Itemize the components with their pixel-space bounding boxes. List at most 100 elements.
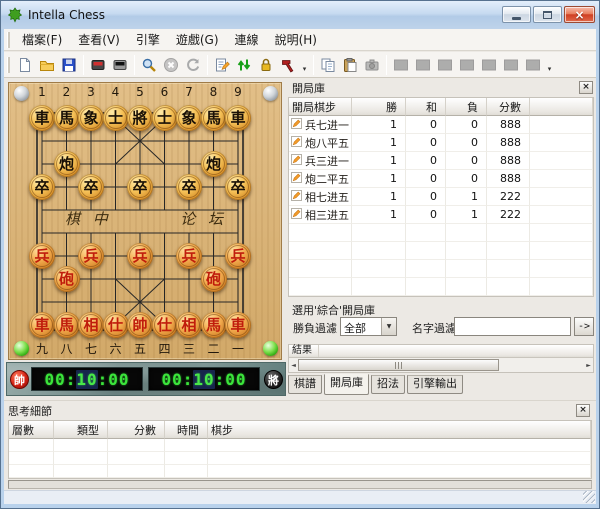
think-column-header[interactable]: 分數 [108,421,165,439]
new-file-button[interactable] [14,54,36,76]
piece-black-f7-r0[interactable]: 象 [176,105,202,131]
piece-black-f9-r0[interactable]: 車 [225,105,251,131]
piece-black-f1-r0[interactable]: 車 [29,105,55,131]
opening-table-row[interactable]: 炮二平五 1 0 0 888 [289,170,593,188]
lock-button[interactable] [255,54,277,76]
menu-item-3[interactable]: 引擎 [128,28,168,51]
opening-table-row[interactable]: 炮八平五 1 0 0 888 [289,134,593,152]
opening-column-header[interactable]: 開局棋步 [289,98,352,116]
hammer-button[interactable] [277,54,299,76]
piece-black-f3-r0[interactable]: 象 [78,105,104,131]
piece-black-f8-r0[interactable]: 馬 [200,105,227,131]
scroll-right-icon[interactable]: ► [584,362,593,369]
piece-black-f2-r0[interactable]: 馬 [53,105,80,131]
search-button[interactable] [138,54,160,76]
result-filter-select[interactable]: 全部 ▼ [340,317,397,336]
piece-red-f9-r9[interactable]: 車 [225,312,251,338]
menu-item-4[interactable]: 遊戲(G) [168,28,227,51]
menu-item-2[interactable]: 查看(V) [70,28,128,51]
menu-grip[interactable] [7,31,10,48]
think-panel-scroll-track[interactable] [8,480,592,489]
piece-black-f1-r3[interactable]: 卒 [29,174,55,200]
piece-black-f5-r3[interactable]: 卒 [127,174,153,200]
black-board-button[interactable] [109,54,131,76]
piece-red-f1-r6[interactable]: 兵 [29,243,55,269]
red-board-button[interactable] [87,54,109,76]
piece-red-f3-r6[interactable]: 兵 [78,243,104,269]
chevron-down-icon[interactable]: ▼ [381,318,396,335]
piece-red-f5-r9[interactable]: 帥 [127,312,153,338]
think-panel-title: 思考細節 [8,405,52,418]
think-column-header[interactable]: 類型 [54,421,108,439]
tab-2[interactable]: 開局庫 [324,374,369,395]
think-column-header[interactable]: 棋步 [208,421,591,439]
resize-grip[interactable] [583,491,595,503]
piece-red-f9-r6[interactable]: 兵 [225,243,251,269]
piece-black-f4-r0[interactable]: 士 [102,105,129,131]
opening-column-header[interactable]: 分數 [487,98,530,116]
toolbar-overflow-icon[interactable]: ▾ [544,54,555,76]
scroll-left-icon[interactable]: ◄ [289,362,298,369]
maximize-button[interactable] [533,6,562,23]
piece-red-f4-r9[interactable]: 仕 [102,312,129,338]
tab-1[interactable]: 棋譜 [288,375,322,394]
piece-red-f3-r9[interactable]: 相 [78,312,104,338]
opening-library-note: 選用'綜合'開局庫 [292,304,376,317]
paste-button[interactable] [339,54,361,76]
piece-red-f7-r9[interactable]: 相 [176,312,202,338]
apply-filter-button[interactable]: -> [574,317,594,336]
copy-button[interactable] [317,54,339,76]
opening-empty-cell [406,260,446,278]
name-filter-input[interactable] [454,317,571,336]
opening-empty-cell [446,242,487,260]
think-column-header[interactable]: 時間 [165,421,208,439]
piece-red-f2-r9[interactable]: 馬 [53,312,80,338]
edit-notes-button[interactable] [211,54,233,76]
results-scrollbar[interactable]: ◄ ► [289,358,593,372]
piece-red-f7-r6[interactable]: 兵 [176,243,202,269]
open-file-button[interactable] [36,54,58,76]
opening-table-row[interactable]: 兵七进一 1 0 0 888 [289,116,593,134]
scrollbar-thumb[interactable] [298,359,499,371]
menu-item-1[interactable]: 檔案(F) [14,28,70,51]
piece-black-f3-r3[interactable]: 卒 [78,174,104,200]
client-area: 檔案(F) 查看(V) 引擎 遊戲(G) 連線 說明(H) ▾ ▾ 棋 中 论 坛 1234… [4,29,596,504]
opening-column-header[interactable]: 負 [446,98,487,116]
opening-table-row[interactable]: 相七进五 1 0 1 222 [289,188,593,206]
opening-table-row[interactable]: 兵三进一 1 0 0 888 [289,152,593,170]
minimize-button[interactable] [502,6,531,23]
opening-column-header[interactable]: 勝 [352,98,406,116]
think-panel-close-button[interactable]: × [576,404,590,417]
opening-column-header[interactable]: 和 [406,98,446,116]
toolbar-overflow-icon[interactable]: ▾ [299,54,310,76]
swap-sides-button[interactable] [233,54,255,76]
results-list-header[interactable]: 結果 [289,345,593,358]
menu-item-6[interactable]: 說明(H) [267,28,325,51]
results-header-label[interactable]: 結果 [289,345,319,357]
opening-table-row[interactable]: 相三进五 1 0 1 222 [289,206,593,224]
piece-black-f6-r0[interactable]: 士 [151,105,178,131]
menu-item-5[interactable]: 連線 [227,28,267,51]
chess-board[interactable]: 棋 中 论 坛 123456789九八七六五四三二一車馬象士將士象馬車炮炮卒卒卒… [8,82,282,360]
toolbar-grip[interactable] [7,56,10,73]
piece-black-f9-r3[interactable]: 卒 [225,174,251,200]
title-bar[interactable]: Intella Chess × [1,1,599,29]
piece-black-f7-r3[interactable]: 卒 [176,174,202,200]
slot-6-button [500,54,522,76]
piece-red-f1-r9[interactable]: 車 [29,312,55,338]
close-button[interactable]: × [564,6,595,23]
opening-empty-cell [289,260,352,278]
piece-black-f8-r2[interactable]: 炮 [200,151,227,177]
piece-red-f2-r7[interactable]: 砲 [53,266,80,292]
tab-4[interactable]: 引擎輸出 [407,375,463,394]
piece-red-f8-r7[interactable]: 砲 [200,266,227,292]
piece-red-f8-r9[interactable]: 馬 [200,312,227,338]
piece-red-f6-r9[interactable]: 仕 [151,312,178,338]
piece-red-f5-r6[interactable]: 兵 [127,243,153,269]
save-file-button[interactable] [58,54,80,76]
tab-3[interactable]: 招法 [371,375,405,394]
piece-black-f2-r2[interactable]: 炮 [53,151,80,177]
opening-panel-close-button[interactable]: × [579,81,593,94]
think-column-header[interactable]: 層數 [9,421,54,439]
piece-black-f5-r0[interactable]: 將 [127,105,153,131]
